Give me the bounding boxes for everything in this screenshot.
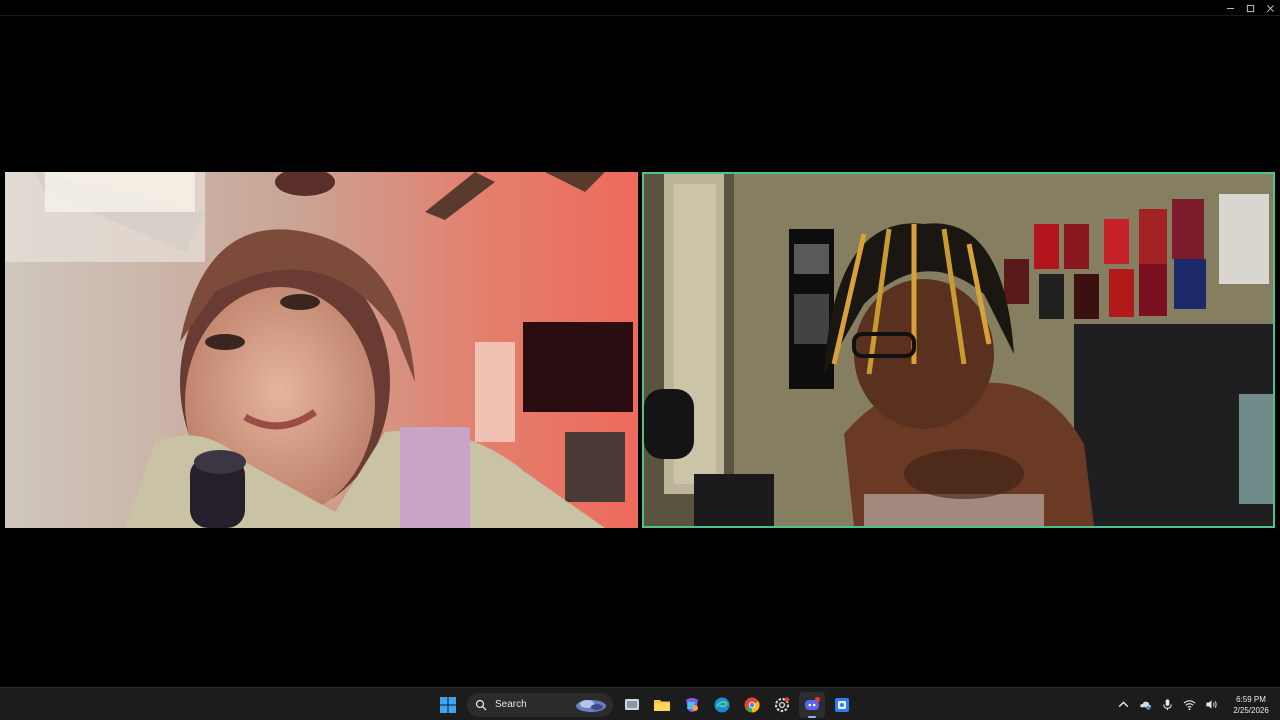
window-controls: [1220, 0, 1280, 16]
chrome-browser-button[interactable]: [739, 692, 765, 718]
search-icon: [475, 699, 487, 710]
participant-video-frame: [644, 174, 1273, 526]
discord-icon: [805, 696, 821, 710]
task-view-button[interactable]: [619, 692, 645, 718]
wifi-icon: [1183, 700, 1195, 711]
minimize-button[interactable]: [1220, 0, 1240, 16]
start-button[interactable]: [435, 692, 461, 718]
volume-button[interactable]: [1200, 694, 1222, 716]
video-call-stage: [0, 17, 1280, 687]
task-view-icon: [625, 698, 639, 710]
window-title-bar: [0, 0, 1280, 16]
folder-icon: [654, 699, 670, 711]
chrome-icon: [744, 697, 760, 713]
taskbar-search-box[interactable]: Search: [467, 692, 613, 717]
cloud-icon: [1139, 701, 1151, 710]
close-button[interactable]: [1260, 0, 1280, 16]
chevron-up-icon: [1118, 701, 1128, 708]
onedrive-button[interactable]: [1134, 694, 1156, 716]
microphone-button[interactable]: [1156, 694, 1178, 716]
app-icon: [835, 697, 849, 712]
participant-video-left[interactable]: [5, 172, 638, 528]
settings-button[interactable]: [769, 692, 795, 718]
speaker-icon: [1205, 700, 1217, 709]
participant-video-frame: [5, 172, 638, 528]
close-icon: [1266, 4, 1274, 12]
microphone-icon: [1162, 699, 1172, 711]
search-highlight-icon: [576, 699, 606, 712]
taskbar-clock[interactable]: 6:59 PM 2/25/2026: [1226, 694, 1276, 716]
clock-time: 6:59 PM: [1236, 694, 1266, 704]
edge-icon: [714, 697, 730, 712]
maximize-icon: [1246, 4, 1254, 12]
clock-date: 2/25/2026: [1233, 705, 1269, 715]
copilot-button[interactable]: [679, 692, 705, 718]
windows-taskbar: Search 6:59 PM 2/25/2026: [0, 687, 1280, 720]
minimize-icon: [1226, 7, 1234, 9]
gear-icon: [774, 696, 790, 712]
maximize-button[interactable]: [1240, 0, 1260, 16]
show-hidden-icons-button[interactable]: [1112, 694, 1134, 716]
participant-video-right[interactable]: [642, 172, 1275, 528]
pinned-app-button[interactable]: [829, 692, 855, 718]
file-explorer-button[interactable]: [649, 692, 675, 718]
wifi-button[interactable]: [1178, 694, 1200, 716]
copilot-icon: [686, 697, 698, 712]
discord-button[interactable]: [799, 691, 825, 718]
taskbar-pinned-apps: Search: [435, 691, 855, 718]
windows-logo-icon: [440, 696, 456, 713]
edge-browser-button[interactable]: [709, 692, 735, 718]
system-tray: 6:59 PM 2/25/2026: [1112, 688, 1280, 720]
search-label: Search: [495, 699, 527, 710]
